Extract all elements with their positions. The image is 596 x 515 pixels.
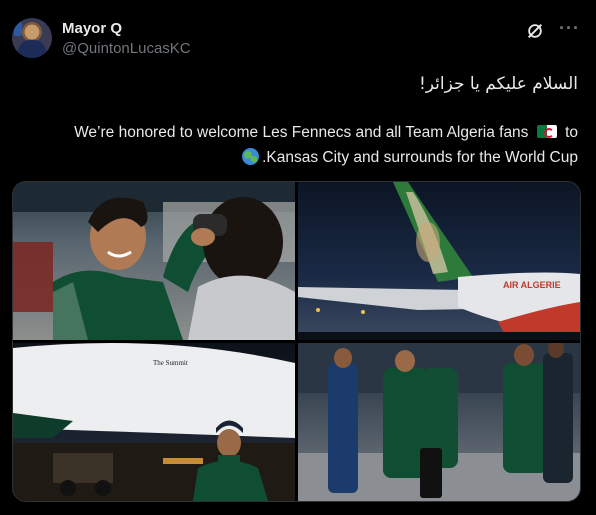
post-arabic-line: السلام عليكم يا جزائر!	[418, 74, 578, 94]
photo-team-walking[interactable]	[298, 343, 580, 501]
post-text-line-2: .Kansas City and surrounds for the World…	[0, 148, 578, 167]
post-header: Mayor Q @QuintonLucasKC ···	[12, 14, 584, 64]
plane-livery-text: AIR ALGERIE	[503, 280, 561, 290]
photo-air-algerie-plane[interactable]: AIR ALGERIE	[298, 182, 580, 340]
grok-icon[interactable]	[526, 22, 544, 40]
globe-icon	[242, 148, 260, 165]
photo-player-arrival[interactable]	[13, 182, 295, 340]
more-options-icon[interactable]: ···	[559, 18, 580, 39]
author-name[interactable]: Mayor Q	[62, 20, 122, 37]
plane-text: The Summit	[153, 359, 188, 367]
photo-player-tarmac[interactable]: The Summit	[13, 343, 295, 501]
algeria-flag-icon	[536, 125, 557, 138]
flag-icon	[14, 22, 22, 36]
post-text-line-2-main: .Kansas City and surrounds for the World…	[262, 149, 578, 166]
media-grid: AIR ALGERIE The Summit	[12, 181, 581, 502]
post-text-line-1-main: We’re honored to welcome Les Fennecs and…	[74, 124, 529, 141]
post-text-line-1: We’re honored to welcome Les Fennecs and…	[0, 124, 578, 142]
post-text-line-1-end: to	[565, 124, 578, 141]
author-handle[interactable]: @QuintonLucasKC	[62, 40, 191, 57]
avatar[interactable]	[12, 18, 52, 58]
